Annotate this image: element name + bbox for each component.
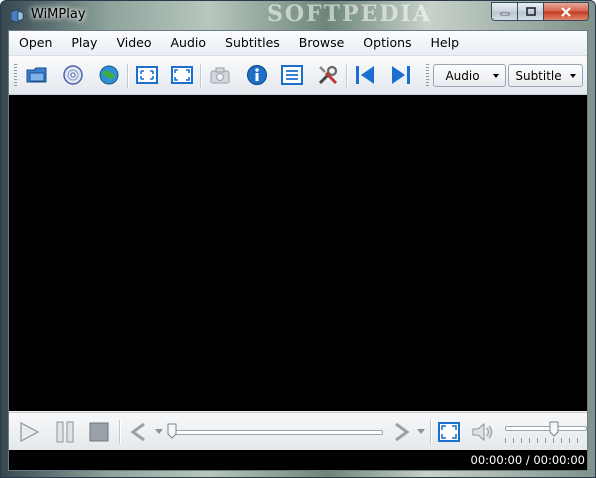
toolbar-grip[interactable]	[426, 64, 429, 86]
fullscreen-icon	[438, 422, 460, 442]
previous-button[interactable]	[352, 62, 378, 88]
menu-bar: Open Play Video Audio Subtitles Browse O…	[9, 31, 587, 56]
snapshot-button[interactable]	[207, 62, 233, 88]
settings-button[interactable]	[315, 62, 341, 88]
seek-slider-thumb[interactable]	[167, 423, 177, 439]
open-disc-button[interactable]	[60, 62, 86, 88]
audio-dropdown-label: Audio	[445, 68, 480, 83]
seek-slider[interactable]	[171, 430, 383, 435]
controls-separator	[119, 420, 121, 444]
menu-open[interactable]: Open	[9, 31, 61, 55]
open-file-button[interactable]	[24, 62, 50, 88]
disc-icon	[63, 65, 83, 85]
volume-ticks	[505, 438, 585, 443]
fit-window-icon	[136, 66, 158, 84]
controls-separator	[430, 420, 432, 444]
volume-slider[interactable]	[505, 426, 587, 431]
minimize-icon	[500, 12, 509, 15]
playlist-icon	[281, 65, 303, 85]
tools-icon	[318, 65, 338, 85]
chevron-down-icon	[570, 74, 576, 78]
client-area: Open Play Video Audio Subtitles Browse O…	[8, 30, 588, 471]
play-icon	[20, 422, 40, 442]
previous-icon	[356, 66, 374, 84]
minimize-button[interactable]	[491, 2, 518, 21]
close-icon	[561, 6, 571, 17]
info-icon	[247, 65, 267, 85]
menu-subtitles[interactable]: Subtitles	[215, 31, 289, 55]
menu-audio[interactable]: Audio	[161, 31, 216, 55]
seek-forward-icon	[395, 422, 410, 442]
pause-button[interactable]	[53, 420, 77, 444]
subtitle-dropdown-label: Subtitle	[515, 68, 562, 83]
video-display[interactable]	[9, 95, 587, 411]
seek-back-button[interactable]	[127, 420, 151, 444]
next-icon	[392, 66, 410, 84]
status-bar: 00:00:00 / 00:00:00	[9, 450, 587, 470]
globe-icon	[99, 65, 119, 85]
chevron-down-icon	[493, 74, 499, 78]
pause-icon	[56, 421, 74, 443]
title-bar[interactable]: WiMPlay	[1, 1, 595, 30]
chevron-down-icon[interactable]	[155, 429, 163, 435]
fullscreen-icon	[171, 66, 193, 84]
fullscreen-button[interactable]	[169, 62, 195, 88]
maximize-icon	[525, 6, 536, 16]
menu-help[interactable]: Help	[421, 31, 469, 55]
play-button[interactable]	[17, 420, 41, 444]
menu-options[interactable]: Options	[353, 31, 420, 55]
stop-button[interactable]	[87, 420, 111, 444]
menu-video[interactable]: Video	[106, 31, 160, 55]
open-url-button[interactable]	[96, 62, 122, 88]
audio-dropdown[interactable]: Audio	[433, 64, 506, 87]
menu-browse[interactable]: Browse	[289, 31, 354, 55]
close-button[interactable]	[544, 2, 589, 21]
maximize-button[interactable]	[518, 2, 544, 21]
chevron-down-icon[interactable]	[417, 429, 425, 435]
playback-controls	[9, 412, 587, 451]
toolbar-separator	[127, 64, 129, 88]
speaker-icon	[472, 422, 493, 442]
menu-play[interactable]: Play	[61, 31, 106, 55]
time-display: 00:00:00 / 00:00:00	[470, 453, 585, 467]
fullscreen-toggle-button[interactable]	[437, 420, 461, 444]
seek-forward-button[interactable]	[389, 420, 413, 444]
seek-back-icon	[130, 422, 145, 442]
toolbar-separator	[200, 64, 202, 88]
camera-icon	[210, 67, 230, 84]
window-controls	[491, 2, 589, 21]
subtitle-dropdown[interactable]: Subtitle	[508, 64, 583, 87]
info-button[interactable]	[244, 62, 270, 88]
next-button[interactable]	[388, 62, 414, 88]
toolbar-grip[interactable]	[14, 64, 17, 86]
mute-button[interactable]	[471, 420, 495, 444]
app-window: SOFTPEDIA WiMPlay Open Play Video Audio …	[0, 0, 596, 478]
fit-window-button[interactable]	[134, 62, 160, 88]
window-title: WiMPlay	[31, 7, 86, 22]
app-icon	[10, 8, 24, 24]
folder-icon	[26, 67, 47, 83]
stop-icon	[89, 422, 109, 442]
toolbar-separator	[346, 64, 348, 88]
playlist-button[interactable]	[279, 62, 305, 88]
toolbar: Audio Subtitle	[9, 56, 587, 95]
volume-slider-thumb[interactable]	[549, 421, 559, 437]
